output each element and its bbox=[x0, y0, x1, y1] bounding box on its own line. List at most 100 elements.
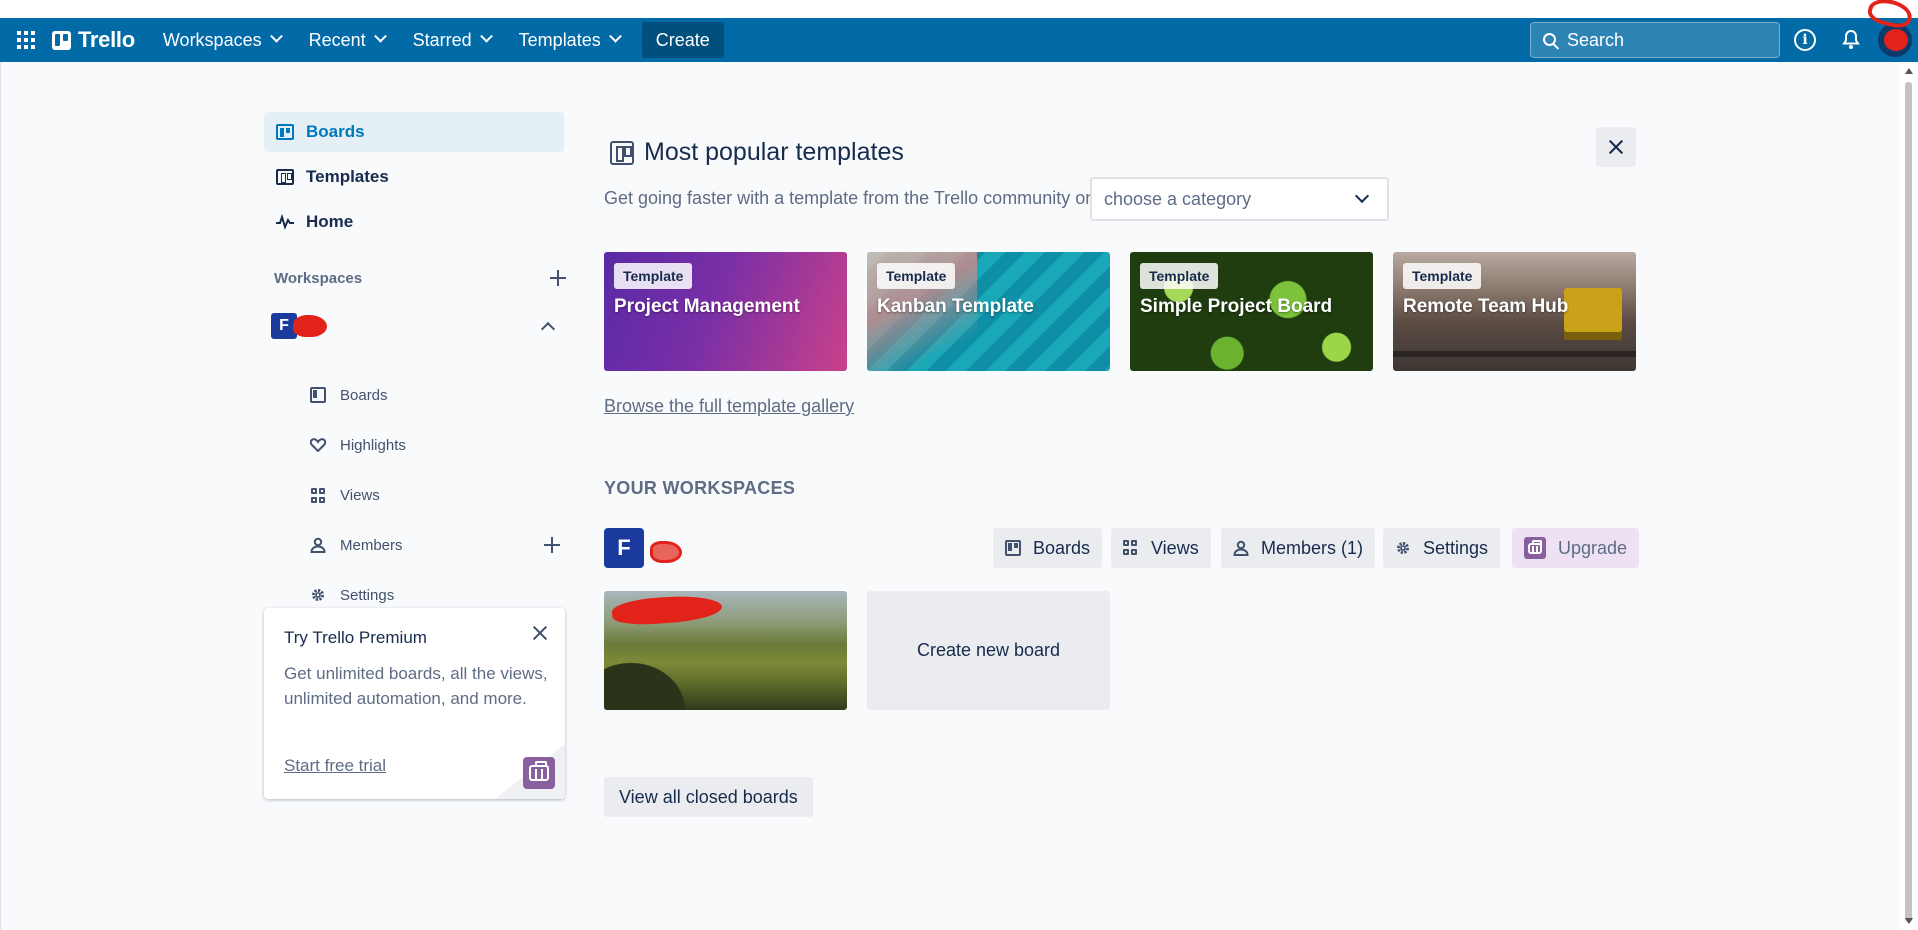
start-free-trial-link[interactable]: Start free trial bbox=[284, 756, 386, 776]
chevron-down-icon bbox=[479, 29, 493, 43]
workspace-menu: Boards Highlights Views Members Settings bbox=[310, 370, 560, 620]
workspace-title-row: F bbox=[604, 528, 682, 568]
close-icon bbox=[1607, 138, 1625, 156]
workspace-upgrade-button[interactable]: Upgrade bbox=[1512, 528, 1640, 568]
bell-icon bbox=[1842, 30, 1860, 49]
workspace-item-label: Members bbox=[340, 536, 403, 554]
nav-templates[interactable]: Templates bbox=[507, 22, 632, 58]
workspace-item-members[interactable]: Members bbox=[310, 520, 560, 570]
sidebar-item-label: Templates bbox=[306, 167, 389, 186]
template-card-name: Project Management bbox=[614, 296, 800, 317]
chevron-up-icon[interactable] bbox=[540, 321, 556, 337]
account-avatar[interactable] bbox=[1878, 23, 1912, 57]
sidebar-item-boards[interactable]: Boards bbox=[264, 112, 564, 152]
workspace-toggle[interactable]: F bbox=[271, 312, 561, 340]
category-select[interactable]: choose a category bbox=[1090, 177, 1389, 221]
workspace-item-label: Boards bbox=[340, 386, 388, 404]
board-icon bbox=[1005, 540, 1021, 556]
gear-icon bbox=[1395, 540, 1411, 556]
scroll-up-icon[interactable] bbox=[1905, 68, 1913, 74]
create-new-board-tile[interactable]: Create new board bbox=[867, 591, 1110, 710]
scroll-down-icon[interactable] bbox=[1905, 918, 1913, 924]
nav-recent[interactable]: Recent bbox=[297, 22, 397, 58]
workspace-avatar: F bbox=[271, 313, 327, 339]
redaction-scribble bbox=[650, 541, 682, 563]
template-badge: Template bbox=[1140, 263, 1219, 289]
workspace-item-highlights[interactable]: Highlights bbox=[310, 420, 560, 470]
workspace-views-button[interactable]: Views bbox=[1111, 528, 1211, 568]
trello-logo[interactable]: Trello bbox=[52, 27, 135, 53]
workspace-avatar: F bbox=[604, 528, 644, 568]
board-icon bbox=[310, 387, 326, 403]
info-icon: i bbox=[1794, 29, 1816, 51]
nav-templates-label: Templates bbox=[518, 29, 601, 50]
nav-starred-label: Starred bbox=[412, 29, 472, 50]
template-badge: Template bbox=[877, 263, 956, 289]
search-icon bbox=[1543, 33, 1556, 46]
button-label: Settings bbox=[1423, 537, 1489, 558]
chevron-down-icon bbox=[608, 29, 622, 43]
workspace-boards-button[interactable]: Boards bbox=[993, 528, 1103, 568]
template-card[interactable]: Template Kanban Template bbox=[867, 252, 1110, 371]
trello-logo-icon bbox=[52, 30, 71, 50]
grid-icon bbox=[1123, 540, 1139, 556]
template-card-name: Simple Project Board bbox=[1140, 296, 1333, 317]
template-card[interactable]: Template Simple Project Board bbox=[1130, 252, 1373, 371]
your-workspaces-heading: YOUR WORKSPACES bbox=[604, 478, 796, 498]
close-icon[interactable] bbox=[531, 624, 549, 642]
add-workspace-plus-icon[interactable] bbox=[550, 270, 566, 286]
template-badge: Template bbox=[1403, 263, 1482, 289]
sidebar-nav: Boards Templates Home bbox=[264, 112, 564, 247]
close-templates-button[interactable] bbox=[1596, 127, 1636, 167]
nav-workspaces[interactable]: Workspaces bbox=[151, 22, 293, 58]
search-input[interactable]: Search bbox=[1530, 22, 1780, 58]
scrollbar-thumb[interactable] bbox=[1905, 82, 1912, 922]
template-card[interactable]: Template Remote Team Hub bbox=[1393, 252, 1636, 371]
premium-title: Try Trello Premium bbox=[284, 628, 427, 647]
button-label: Upgrade bbox=[1558, 537, 1628, 558]
members-icon bbox=[1233, 540, 1249, 556]
workspace-members-button[interactable]: Members (1) bbox=[1221, 528, 1376, 568]
top-navigation-bar: Trello Workspaces Recent Starred Templat… bbox=[0, 18, 1918, 62]
category-placeholder: choose a category bbox=[1104, 188, 1252, 209]
grid-icon bbox=[310, 487, 326, 503]
trello-logo-text: Trello bbox=[78, 27, 135, 52]
notifications-button[interactable] bbox=[1835, 24, 1867, 56]
heart-icon bbox=[310, 437, 326, 453]
pulse-icon bbox=[276, 213, 294, 230]
workspaces-label: Workspaces bbox=[274, 269, 363, 287]
workspace-settings-button[interactable]: Settings bbox=[1383, 528, 1501, 568]
sidebar-item-home[interactable]: Home bbox=[264, 202, 564, 242]
briefcase-icon bbox=[1524, 537, 1546, 559]
workspace-item-views[interactable]: Views bbox=[310, 470, 560, 520]
premium-promo-card: Try Trello Premium Get unlimited boards,… bbox=[264, 608, 565, 799]
create-button[interactable]: Create bbox=[641, 22, 724, 58]
info-button[interactable]: i bbox=[1789, 24, 1821, 56]
board-tile[interactable] bbox=[604, 591, 847, 710]
view-closed-boards-button[interactable]: View all closed boards bbox=[604, 777, 813, 817]
add-member-plus-icon[interactable] bbox=[544, 537, 560, 553]
workspace-item-boards[interactable]: Boards bbox=[310, 370, 560, 420]
nav-recent-label: Recent bbox=[308, 29, 366, 50]
template-icon bbox=[610, 140, 634, 165]
template-card-name: Remote Team Hub bbox=[1403, 296, 1569, 317]
board-icon bbox=[276, 124, 294, 140]
workspace-item-label: Highlights bbox=[340, 436, 406, 454]
sidebar-item-templates[interactable]: Templates bbox=[264, 157, 564, 197]
browse-template-gallery-link[interactable]: Browse the full template gallery bbox=[604, 396, 854, 417]
template-badge: Template bbox=[614, 263, 693, 289]
app-switcher-icon[interactable] bbox=[10, 24, 42, 56]
page-scrollbar[interactable] bbox=[1900, 62, 1918, 930]
templates-heading: Most popular templates bbox=[610, 138, 904, 167]
template-icon bbox=[276, 169, 294, 185]
members-icon bbox=[310, 537, 326, 553]
sidebar-item-label: Boards bbox=[306, 122, 365, 141]
search-placeholder: Search bbox=[1567, 29, 1625, 50]
workspace-item-label: Views bbox=[340, 486, 380, 504]
redaction-scribble bbox=[293, 315, 327, 337]
button-label: Boards bbox=[1033, 537, 1091, 558]
templates-heading-text: Most popular templates bbox=[644, 138, 904, 166]
nav-starred[interactable]: Starred bbox=[401, 22, 503, 58]
template-card[interactable]: Template Project Management bbox=[604, 252, 847, 371]
workspace-initial: F bbox=[279, 317, 289, 334]
